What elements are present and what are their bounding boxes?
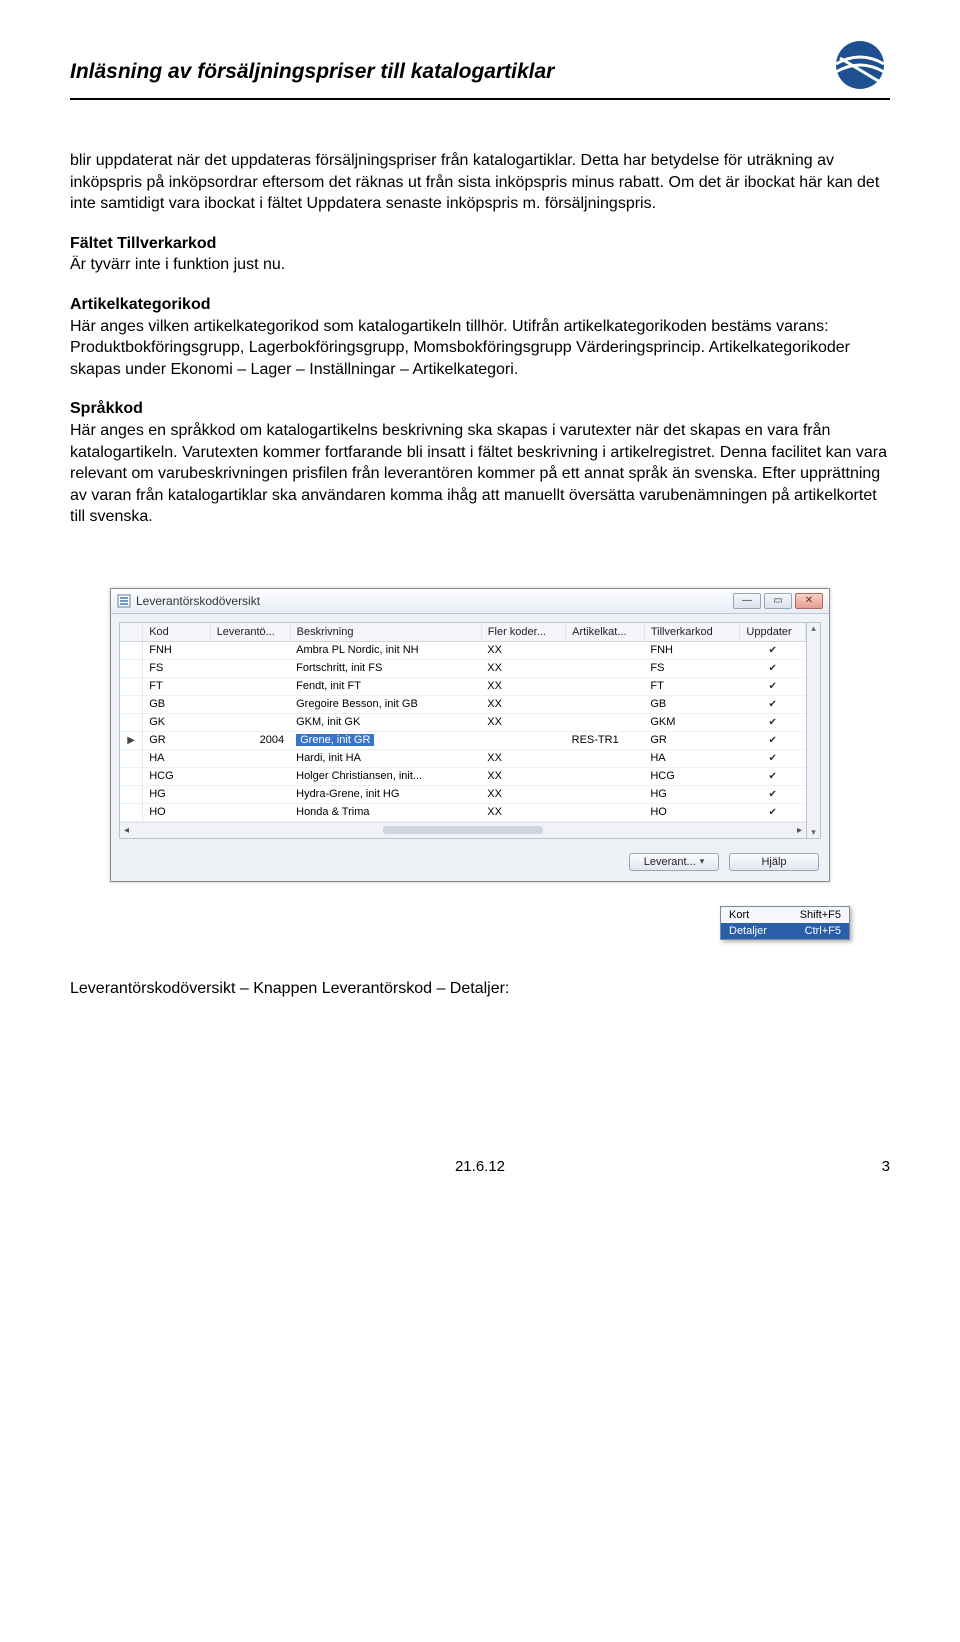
context-menu: Kort Shift+F5 Detaljer Ctrl+F5 xyxy=(720,906,850,940)
table-row[interactable]: FTFendt, init FTXXFT xyxy=(120,677,806,695)
footer-page-number: 3 xyxy=(882,1158,890,1175)
table-row[interactable]: HCGHolger Christiansen, init...XXHCG xyxy=(120,767,806,785)
heading-artikelkategorikod: Artikelkategorikod xyxy=(70,294,890,316)
table-row[interactable]: HAHardi, init HAXXHA xyxy=(120,749,806,767)
table-row[interactable]: HOHonda & TrimaXXHO xyxy=(120,803,806,821)
figure-caption: Leverantörskodöversikt – Knappen Leveran… xyxy=(70,980,890,998)
table-row[interactable]: HGHydra-Grene, init HGXXHG xyxy=(120,785,806,803)
check-icon xyxy=(769,788,777,800)
page-footer: 21.6.12 3 xyxy=(70,1158,890,1175)
check-icon xyxy=(769,734,777,746)
col-fler[interactable]: Fler koder... xyxy=(481,623,565,642)
check-icon xyxy=(769,716,777,728)
col-art[interactable]: Artikelkat... xyxy=(566,623,645,642)
check-icon xyxy=(769,806,777,818)
check-icon xyxy=(769,680,777,692)
horizontal-scrollbar[interactable]: ◂▸ xyxy=(120,822,806,838)
minimize-button[interactable]: — xyxy=(733,593,761,609)
text-artikelkategorikod: Här anges vilken artikelkategorikod som … xyxy=(70,318,850,378)
col-lev[interactable]: Leverantö... xyxy=(210,623,290,642)
col-upd[interactable]: Uppdater xyxy=(740,623,806,642)
heading-tillverkarkod: Fältet Tillverkarkod xyxy=(70,233,890,255)
data-grid[interactable]: Kod Leverantö... Beskrivning Fler koder.… xyxy=(119,622,807,839)
section-sprakkod: Språkkod Här anges en språkkod om katalo… xyxy=(70,398,890,528)
table-header-row: Kod Leverantö... Beskrivning Fler koder.… xyxy=(120,623,806,642)
vertical-scrollbar[interactable]: ▴ ▾ xyxy=(807,622,821,839)
document-body: blir uppdaterat när det uppdateras försä… xyxy=(70,150,890,528)
table-row[interactable]: ▶GR2004Grene, init GRRES-TR1GR xyxy=(120,731,806,749)
check-icon xyxy=(769,662,777,674)
col-besk[interactable]: Beskrivning xyxy=(290,623,481,642)
table-row[interactable]: GBGregoire Besson, init GBXXGB xyxy=(120,695,806,713)
text-tillverkarkod: Är tyvärr inte i funktion just nu. xyxy=(70,256,285,273)
footer-date: 21.6.12 xyxy=(455,1158,505,1175)
company-logo xyxy=(830,40,890,90)
paragraph-intro: blir uppdaterat när det uppdateras försä… xyxy=(70,150,890,215)
maximize-button[interactable]: ▭ xyxy=(764,593,792,609)
col-tillv[interactable]: Tillverkarkod xyxy=(644,623,740,642)
check-icon xyxy=(769,644,777,656)
col-kod[interactable]: Kod xyxy=(143,623,210,642)
table-row[interactable]: FSFortschritt, init FSXXFS xyxy=(120,659,806,677)
heading-sprakkod: Språkkod xyxy=(70,398,890,420)
close-button[interactable]: ✕ xyxy=(795,593,823,609)
menu-item-kort[interactable]: Kort Shift+F5 xyxy=(721,907,849,923)
window-app-icon xyxy=(117,594,131,608)
help-button[interactable]: Hjälp xyxy=(729,853,819,871)
check-icon xyxy=(769,752,777,764)
page-header: Inläsning av försäljningspriser till kat… xyxy=(70,40,890,100)
check-icon xyxy=(769,698,777,710)
window-title: Leverantörskodöversikt xyxy=(136,594,260,608)
section-tillverkarkod: Fältet Tillverkarkod Är tyvärr inte i fu… xyxy=(70,233,890,276)
table-row[interactable]: GKGKM, init GKXXGKM xyxy=(120,713,806,731)
leverant-button[interactable]: Leverant... xyxy=(629,853,719,871)
leverantorskod-window: Leverantörskodöversikt — ▭ ✕ Kod Leveran… xyxy=(110,588,830,882)
check-icon xyxy=(769,770,777,782)
page-title: Inläsning av försäljningspriser till kat… xyxy=(70,40,554,84)
menu-item-detaljer[interactable]: Detaljer Ctrl+F5 xyxy=(721,923,849,939)
window-titlebar[interactable]: Leverantörskodöversikt — ▭ ✕ xyxy=(111,589,829,614)
text-sprakkod: Här anges en språkkod om katalogartikeln… xyxy=(70,422,887,525)
table-row[interactable]: FNHAmbra PL Nordic, init NHXXFNH xyxy=(120,641,806,659)
section-artikelkategorikod: Artikelkategorikod Här anges vilken arti… xyxy=(70,294,890,380)
